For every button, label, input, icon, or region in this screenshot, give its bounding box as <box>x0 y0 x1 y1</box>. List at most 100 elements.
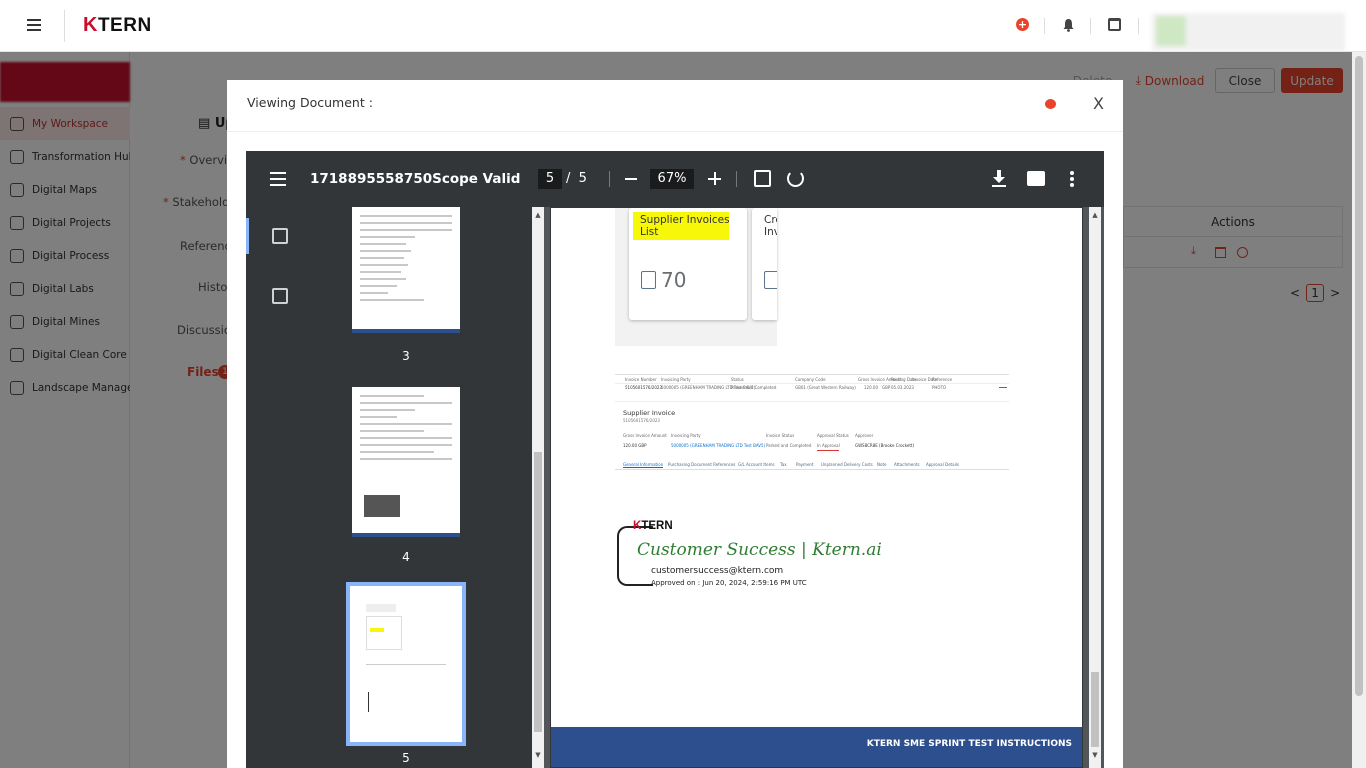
invoice-tab: Note <box>877 462 887 467</box>
plus-circle-icon[interactable]: + <box>1016 18 1029 31</box>
zoom-out-button[interactable] <box>625 178 637 180</box>
calendar-icon[interactable] <box>1108 18 1121 31</box>
invoice-tab: G/L Account Items <box>738 462 775 467</box>
zoom-level-input[interactable]: 67% <box>650 169 694 189</box>
invoice-icon <box>764 271 777 289</box>
detail-value: In Approval <box>817 443 840 448</box>
invoice-tab: Approval Details <box>926 462 959 467</box>
detail-label: Invoice Status <box>766 433 795 438</box>
table-header: Reference <box>932 377 953 382</box>
tile-count: 70 <box>661 268 687 292</box>
header-separator <box>1138 18 1139 34</box>
detail-label: Approver <box>855 433 874 438</box>
table-header: Invoice Number <box>625 377 657 382</box>
header-separator <box>1090 18 1091 34</box>
thumbnail-page-4[interactable] <box>352 387 460 537</box>
invoice-tab: Attachments <box>894 462 920 467</box>
table-cell: GB01 (Great Western Railway) <box>795 385 856 390</box>
thumbnail-scrollbar-thumb[interactable] <box>534 452 542 732</box>
detail-label: Gross Invoice Amount <box>623 433 667 438</box>
active-indicator <box>246 218 249 254</box>
thumbnail-page-3[interactable] <box>352 207 460 333</box>
thumbnail-scrollbar[interactable]: ▲ ▼ <box>532 207 544 768</box>
invoice-tabs: General Information Purchasing Document … <box>615 461 1009 470</box>
ktern-logo[interactable]: KTERN <box>83 14 152 37</box>
invoice-heading: Supplier Invoice <box>623 409 676 417</box>
toolbar-divider <box>609 171 610 187</box>
tile-title: Cre Inv <box>764 214 777 238</box>
table-cell: 05.03.2023 <box>891 385 914 390</box>
signature-name: Customer Success | Ktern.ai <box>637 540 882 560</box>
detail-label: Approval Status <box>817 433 849 438</box>
more-options-icon[interactable] <box>1070 171 1074 187</box>
scroll-up-arrow[interactable]: ▲ <box>534 211 542 219</box>
page-scrollbar-thumb[interactable] <box>1091 672 1099 747</box>
page-scrollbar-thumb[interactable] <box>1355 56 1363 696</box>
page-scrollbar[interactable]: ▲ ▼ <box>1089 207 1101 768</box>
thumbnail-sidebar: 3 4 5 ▲ ▼ <box>246 207 544 768</box>
chat-icon[interactable] <box>1045 99 1056 109</box>
approval-timestamp: Approved on : Jun 20, 2024, 2:59:16 PM U… <box>651 579 807 587</box>
detail-value: Parked and Completed <box>766 443 812 448</box>
bell-icon[interactable] <box>1062 18 1075 32</box>
footer-text: KTERN SME SPRINT TEST INSTRUCTIONS <box>866 739 1072 749</box>
table-cell: PHOTO <box>932 385 947 390</box>
tile-title: Supplier Invoices List <box>640 214 730 238</box>
modal-close-button[interactable]: X <box>1093 94 1104 113</box>
menu-icon[interactable] <box>270 172 286 186</box>
download-icon[interactable] <box>992 170 1006 187</box>
invoice-tab: General Information <box>623 462 664 468</box>
invoice-icon <box>641 271 656 289</box>
modal-title: Viewing Document : <box>247 95 373 110</box>
thumbnail-number: 4 <box>402 550 410 564</box>
table-cell: Parked and Completed <box>731 385 777 390</box>
table-header: Status <box>731 377 744 382</box>
viewing-document-modal: Viewing Document : X 1718895558750Scope … <box>227 80 1123 768</box>
pdf-toolbar: 1718895558750Scope Validatio... 5 / 5 67… <box>246 151 1104 207</box>
thumbnail-view-icon[interactable] <box>272 228 288 244</box>
thumbnail-page-5[interactable] <box>346 582 466 746</box>
menu-icon[interactable] <box>27 19 41 31</box>
invoice-tab: Payment <box>796 462 814 467</box>
outline-view-icon[interactable] <box>272 288 288 304</box>
header-separator <box>1044 18 1045 34</box>
pdf-viewer: 1718895558750Scope Validatio... 5 / 5 67… <box>246 151 1104 768</box>
credit-invoice-tile: Cre Inv <box>752 208 777 320</box>
scroll-down-arrow[interactable]: ▼ <box>534 751 542 759</box>
invoice-screenshot: Invoice Number Invoicing Party Status Co… <box>615 374 1009 470</box>
table-cell: 120.00 <box>864 385 878 390</box>
scroll-up-arrow[interactable]: ▲ <box>1091 211 1099 219</box>
user-profile[interactable] <box>1152 13 1345 51</box>
top-header: KTERN + <box>0 0 1366 52</box>
table-cell: GBP <box>882 385 891 390</box>
invoice-tab: Purchasing Document References <box>668 462 736 467</box>
detail-value: 120.00 GBP <box>623 443 647 448</box>
invoice-number: 5105601576/2023 <box>623 418 660 423</box>
signature-email: customersuccess@ktern.com <box>651 566 784 576</box>
detail-value: GWS8CR8E (Brooke Crockett) <box>855 443 915 448</box>
invoice-tab: Unplanned Delivery Costs <box>821 462 873 467</box>
table-header: Invoicing Party <box>661 377 691 382</box>
page-footer-band: KTERN SME SPRINT TEST INSTRUCTIONS <box>551 727 1082 767</box>
zoom-in-button[interactable] <box>708 172 721 185</box>
page-number-input[interactable]: 5 <box>538 169 562 189</box>
thumbnail-number: 3 <box>402 349 410 363</box>
supplier-invoices-tile: Supplier Invoices List 70 <box>629 208 747 320</box>
page-scrollbar[interactable] <box>1352 52 1366 768</box>
pdf-page-5: Supplier Invoices List 70 Cre Inv Invoic… <box>550 207 1083 768</box>
header-divider <box>64 10 65 42</box>
fit-page-icon[interactable] <box>754 170 771 187</box>
approval-signature: KTERN Customer Success | Ktern.ai custom… <box>617 518 917 598</box>
table-cell: 5105601576/2023 <box>625 385 662 390</box>
rotate-icon[interactable] <box>787 170 804 187</box>
detail-value: 5000005 (GREENHAM TRADING LTD Test BAV5) <box>671 443 766 448</box>
detail-label: Invoicing Party <box>671 433 701 438</box>
page-total: / 5 <box>566 171 587 186</box>
toolbar-divider <box>736 171 737 187</box>
scroll-down-arrow[interactable]: ▼ <box>1091 751 1099 759</box>
print-icon[interactable] <box>1027 171 1045 186</box>
ktern-logo: KTERN <box>633 520 673 532</box>
thumbnail-list: 3 4 5 <box>318 207 518 768</box>
modal-divider <box>227 131 1123 132</box>
table-header: Company Code <box>795 377 826 382</box>
